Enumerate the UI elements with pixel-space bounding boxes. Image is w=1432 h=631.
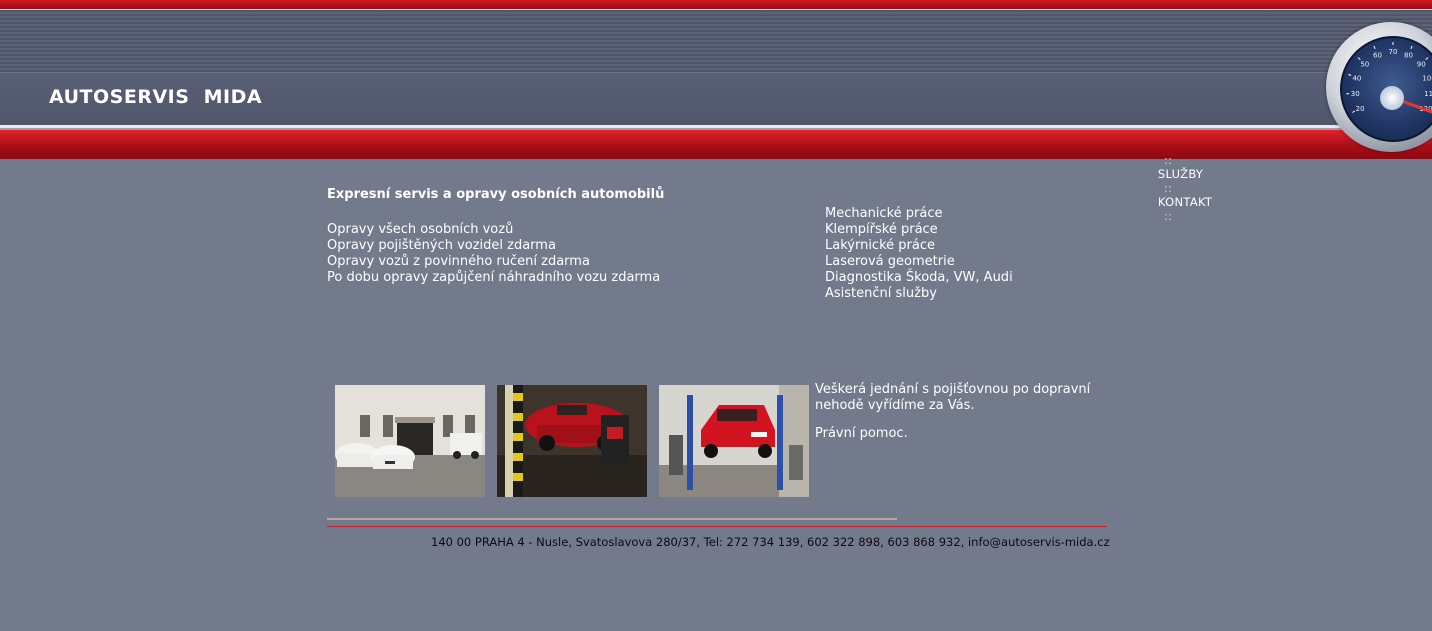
speedometer-tick	[1410, 45, 1413, 50]
top-red-stripe	[0, 0, 1432, 10]
speedometer-logo: 2030405060708090100110120	[1326, 22, 1432, 152]
nav-separator: ::	[1163, 153, 1173, 167]
speedometer-number: 60	[1373, 51, 1382, 59]
car-on-lift-photo[interactable]	[497, 385, 647, 497]
car-raised-photo[interactable]	[659, 385, 809, 497]
benefits-list: Opravy všech osobních vozů Opravy pojišt…	[327, 222, 660, 286]
list-item: Asistenční služby	[825, 286, 937, 301]
speedometer-number: 50	[1360, 61, 1369, 69]
info-paragraph: Veškerá jednání s pojišťovnou po dopravn…	[815, 382, 1091, 413]
speedometer-number: 40	[1352, 74, 1361, 82]
speedometer-number: 70	[1389, 48, 1398, 56]
services-list: Mechanické práce Klempířské práce Lakýrn…	[825, 206, 1013, 302]
info-paragraph: Právní pomoc.	[815, 426, 908, 441]
list-item: Klempířské práce	[825, 222, 938, 237]
speedometer-number: 90	[1417, 61, 1426, 69]
divider-light	[327, 518, 897, 520]
list-item: Opravy pojištěných vozidel zdarma	[327, 238, 556, 253]
list-item: Opravy všech osobních vozů	[327, 222, 514, 237]
speedometer-tick	[1373, 45, 1376, 50]
nav-bar	[0, 130, 1432, 159]
insurance-info: Veškerá jednání s pojišťovnou po dopravn…	[815, 382, 1115, 454]
speedometer-number: 30	[1351, 90, 1360, 98]
main-nav: :: SLUŽBY :: KONTAKT ::	[1150, 139, 1212, 223]
divider-red	[327, 526, 1107, 527]
speedometer-number: 20	[1356, 105, 1365, 113]
speedometer-number: 80	[1404, 51, 1413, 59]
speedometer-hub	[1380, 86, 1404, 110]
speedometer-tick	[1425, 57, 1429, 60]
site-logo[interactable]: AUTOSERVIS MIDA	[49, 86, 262, 108]
footer-contact: 140 00 PRAHA 4 - Nusle, Svatoslavova 280…	[431, 535, 1110, 549]
speedometer-number: 100	[1422, 74, 1432, 82]
speedometer-face: 2030405060708090100110120	[1340, 36, 1432, 142]
list-item: Diagnostika Škoda, VW, Audi	[825, 270, 1013, 285]
speedometer-number: 110	[1424, 90, 1432, 98]
list-item: Lakýrnické práce	[825, 238, 935, 253]
speedometer-tick	[1348, 74, 1352, 76]
speedometer-tick	[1352, 110, 1356, 113]
list-item: Mechanické práce	[825, 206, 943, 221]
page-headline: Expresní servis a opravy osobních automo…	[327, 187, 665, 202]
garage-exterior-photo[interactable]	[335, 385, 485, 497]
nav-separator: ::	[1163, 209, 1173, 223]
list-item: Laserová geometrie	[825, 254, 955, 269]
nav-link-kontakt[interactable]: KONTAKT	[1158, 195, 1212, 209]
nav-separator: ::	[1163, 181, 1173, 195]
list-item: Opravy vozů z povinného ručení zdarma	[327, 254, 590, 269]
nav-link-sluzby[interactable]: SLUŽBY	[1158, 167, 1203, 181]
list-item: Po dobu opravy zapůjčení náhradního vozu…	[327, 270, 661, 285]
speedometer-tick	[1357, 57, 1361, 60]
